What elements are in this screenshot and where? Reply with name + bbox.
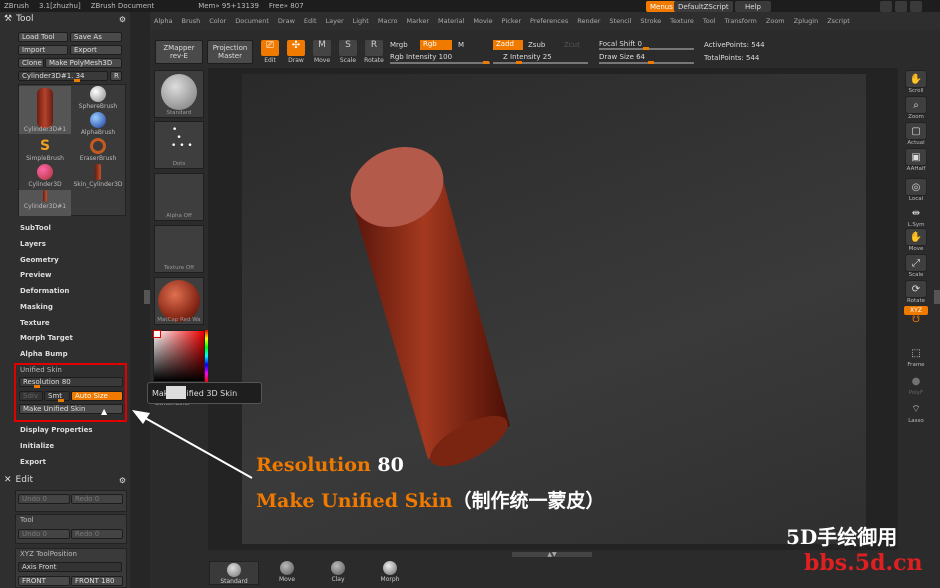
lsym-icon: ⇹ [911,207,921,219]
move-icon: ✋ [905,228,927,246]
move-label: Move [908,246,924,252]
tooltip: Make Unified 3D Skin [147,382,262,404]
scale-icon: ⤢ [905,254,927,272]
bottom-brush-label: Standard [220,578,248,585]
local-button[interactable]: ◎ Local [904,178,928,202]
polyf-label: PolyF [908,390,924,396]
actual-icon: ▢ [905,122,927,140]
hand-icon: ✋ [905,70,927,88]
rotate-button[interactable]: ⟳ Rotate [904,280,928,304]
collapse-right-handle[interactable] [934,290,940,304]
lasso-icon: ⌔ [911,403,921,415]
bottom-brush-label: Clay [331,576,345,583]
xyz-button[interactable]: XYZ ☋ [904,306,928,325]
scroll-label: Scroll [908,88,924,94]
tooltip-mask [166,386,186,399]
lasso-button[interactable]: ⌔ Lasso [904,400,928,425]
annotation-arrow [132,410,253,479]
rotate-label: Rotate [906,298,925,304]
collapse-bottom-handle[interactable]: ▲▼ [512,552,592,558]
frame-icon: ⬚ [911,347,921,359]
lasso-label: Lasso [908,418,924,424]
zoom-label: Zoom [908,114,924,120]
scale-label: Scale [908,272,924,278]
bottom-brush[interactable]: Clay [323,561,353,583]
lsym-button[interactable]: ⇹ L.Sym [904,204,928,229]
watermark-line2: bbs.5d.cn [804,550,923,576]
xyz-icon: ☋ [912,315,920,325]
morph-bottom-icon [383,561,397,575]
frame-label: Frame [907,362,925,368]
frame-button[interactable]: ⬚ Frame [904,344,928,369]
bottom-brush-label: Morph [380,576,400,583]
zoom-icon: ⌕ [905,96,927,114]
standard-bottom-icon [227,563,241,577]
bottom-brush[interactable]: Morph [375,561,405,583]
watermark-line1: 5D手绘御用 [786,525,898,549]
actual-label: Actual [907,140,925,146]
aahalf-label: AAHalf [906,166,926,172]
local-label: Local [908,196,924,202]
scale-button[interactable]: ⤢ Scale [904,254,928,278]
move-button[interactable]: ✋ Move [904,228,928,252]
polyf-icon: ● [911,375,921,387]
polyf-button[interactable]: ● PolyF [904,372,928,397]
xyz-label: XYZ [904,306,928,315]
aahalf-button[interactable]: ▣ AAHalf [904,148,928,172]
bottom-brush[interactable]: Standard [209,561,259,585]
move-bottom-icon [280,561,294,575]
scroll-button[interactable]: ✋ Scroll [904,70,928,94]
bottom-brush-label: Move [278,576,296,583]
rotate-icon: ⟳ [905,280,927,298]
aahalf-icon: ▣ [905,148,927,166]
actual-button[interactable]: ▢ Actual [904,122,928,146]
local-icon: ◎ [905,178,927,196]
bottom-brush[interactable]: Move [272,561,302,583]
zoom-button[interactable]: ⌕ Zoom [904,96,928,120]
clay-bottom-icon [331,561,345,575]
